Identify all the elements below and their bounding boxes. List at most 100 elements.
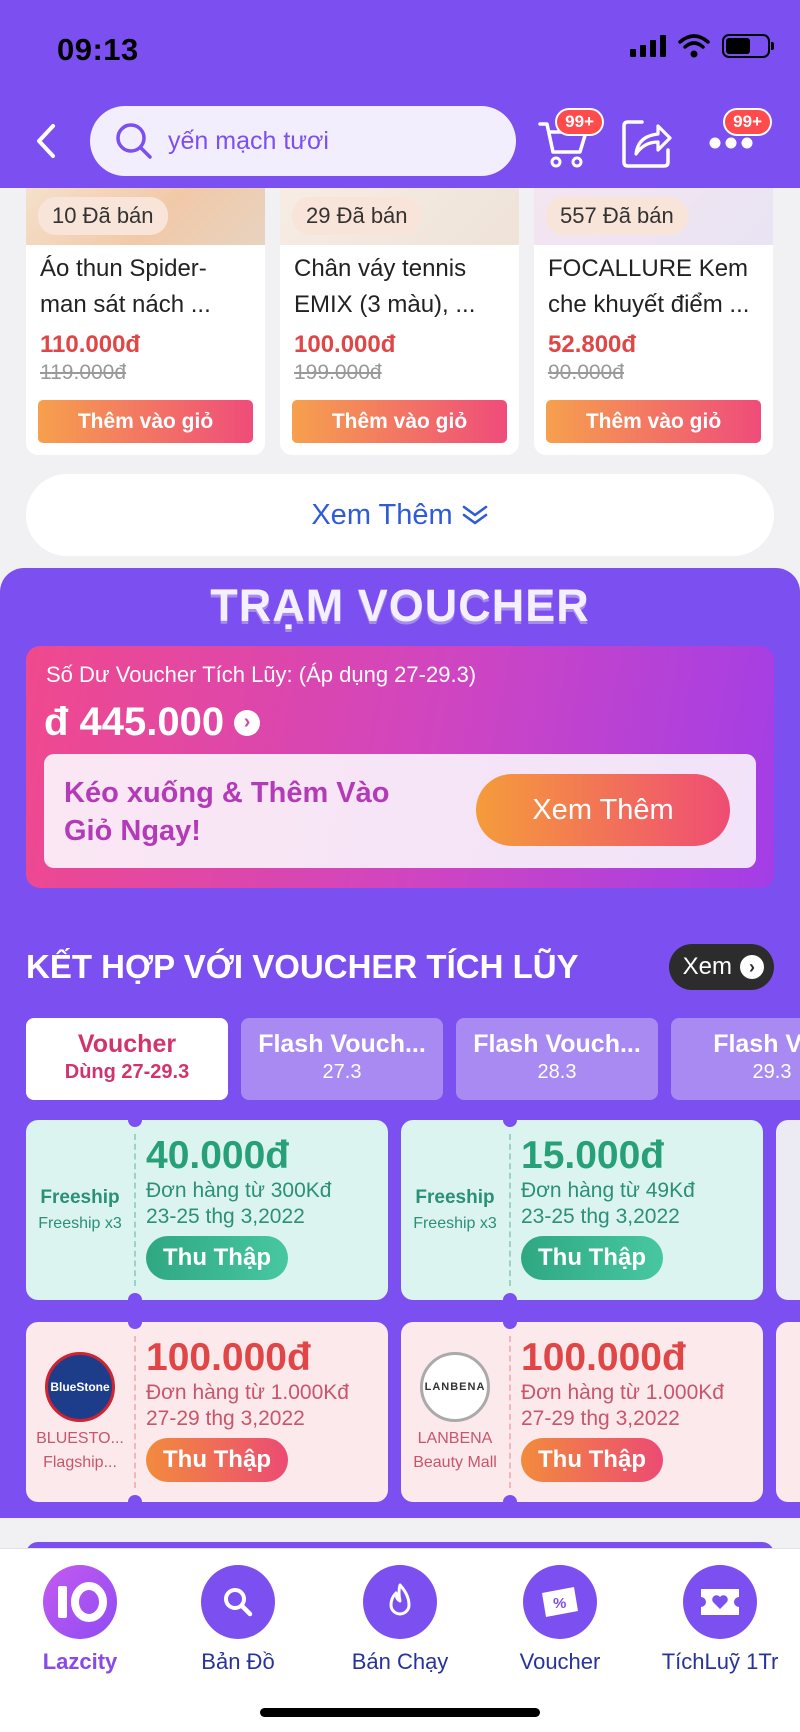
voucher-date: 23-25 thg 3,2022 [146, 1205, 305, 1228]
home-indicator [260, 1708, 540, 1717]
wifi-icon [678, 34, 710, 58]
nav-best-selling[interactable]: Bán Chạy [330, 1565, 470, 1675]
nav-label: Voucher [519, 1649, 601, 1674]
add-to-cart-button[interactable]: Thêm vào giỏ [546, 400, 761, 443]
voucher-amount: 15.000đ [521, 1134, 665, 1177]
voucher-card-peek [776, 1322, 800, 1502]
tab-flash-voucher-27[interactable]: Flash Vouch... 27.3 [241, 1018, 443, 1100]
voucher-sub: Flagship... [43, 1454, 117, 1471]
voucher-card: Freeship Freeship x3 40.000đ Đơn hàng từ… [26, 1120, 388, 1300]
voucher-condition: Đơn hàng từ 300Kđ [146, 1179, 332, 1202]
more-options-button[interactable]: 99+ [700, 108, 772, 174]
voucher-sub: Freeship x3 [38, 1215, 122, 1232]
product-card[interactable]: 557 Đã bán FOCALLURE Kem che khuyết điểm… [534, 150, 773, 455]
product-price: 52.800đ [548, 331, 637, 358]
double-chevron-down-icon [462, 505, 487, 525]
collect-voucher-button[interactable]: Thu Thập [146, 1438, 288, 1482]
nav-label: TíchLuỹ 1Tr [661, 1649, 779, 1674]
sold-count-badge: 557 Đã bán [546, 197, 688, 235]
tab-label: Flash Vou [713, 1030, 800, 1058]
voucher-row-shops: BlueStone BLUESTO... Flagship... 100.000… [26, 1322, 800, 1502]
product-card[interactable]: 29 Đã bán Chân váy tennis EMIX (3 màu), … [280, 150, 519, 455]
share-button[interactable] [616, 112, 678, 174]
product-old-price: 199.000đ [294, 361, 382, 384]
product-price: 110.000đ [40, 331, 141, 358]
search-query: yến mạch tươi [168, 126, 329, 155]
nav-lazcity[interactable]: Lazcity [10, 1565, 150, 1675]
cta-see-more-button[interactable]: Xem Thêm [476, 774, 730, 846]
voucher-balance-panel: Số Dư Voucher Tích Lũy: (Áp dụng 27-29.3… [26, 646, 774, 888]
cart-button[interactable]: 99+ [532, 108, 604, 174]
voucher-card-peek [776, 1120, 800, 1300]
voucher-brand: Freeship [415, 1187, 495, 1208]
combo-view-label: Xem [682, 953, 732, 980]
balance-label: Số Dư Voucher Tích Lũy: (Áp dụng 27-29.3… [46, 662, 477, 687]
voucher-row-freeship: Freeship Freeship x3 40.000đ Đơn hàng từ… [26, 1120, 800, 1300]
add-to-cart-button[interactable]: Thêm vào giỏ [292, 400, 507, 443]
more-badge: 99+ [723, 108, 772, 136]
balance-amount: đ 445.000 [44, 700, 225, 744]
search-input[interactable]: yến mạch tươi [90, 106, 516, 176]
voucher-source: LANBENA LANBENA Beauty Mall [401, 1322, 509, 1502]
lazcity-10-icon [43, 1565, 117, 1639]
more-dots-icon [709, 137, 753, 149]
voucher-card: BlueStone BLUESTO... Flagship... 100.000… [26, 1322, 388, 1502]
nav-label: Lazcity [42, 1649, 118, 1674]
tab-voucher[interactable]: Voucher Dùng 27-29.3 [26, 1018, 228, 1100]
back-button[interactable] [26, 116, 66, 166]
collect-voucher-button[interactable]: Thu Thập [521, 1236, 663, 1280]
nav-voucher[interactable]: % Voucher [490, 1565, 630, 1675]
share-icon [622, 120, 672, 168]
tab-flash-voucher-28[interactable]: Flash Vouch... 28.3 [456, 1018, 658, 1100]
bluestone-logo: BlueStone [45, 1352, 115, 1422]
product-price: 100.000đ [294, 331, 396, 358]
cellular-signal-icon [630, 35, 666, 57]
voucher-amount: 100.000đ [521, 1336, 686, 1379]
voucher-amount: 100.000đ [146, 1336, 311, 1379]
tab-date: 29.3 [752, 1061, 792, 1083]
collect-voucher-button[interactable]: Thu Thập [146, 1236, 288, 1280]
combo-view-button[interactable]: Xem › [668, 944, 774, 990]
product-card[interactable]: 10 Đã bán Áo thun Spider-man sát nách ..… [26, 150, 265, 455]
app-header: 09:13 yến mạch tươi 99+ 99+ [0, 0, 800, 188]
voucher-condition: Đơn hàng từ 1.000Kđ [146, 1381, 349, 1404]
nav-map[interactable]: Bản Đồ [168, 1565, 308, 1675]
collect-voucher-button[interactable]: Thu Thập [521, 1438, 663, 1482]
product-carousel: 10 Đã bán Áo thun Spider-man sát nách ..… [0, 150, 800, 455]
voucher-condition: Đơn hàng từ 49Kđ [521, 1179, 695, 1202]
see-more-button[interactable]: Xem Thêm [26, 474, 774, 556]
voucher-card: Freeship Freeship x3 15.000đ Đơn hàng từ… [401, 1120, 763, 1300]
sold-count-badge: 29 Đã bán [292, 197, 422, 235]
tab-label: Voucher [77, 1030, 177, 1058]
voucher-station-section: TRẠM VOUCHER Số Dư Voucher Tích Lũy: (Áp… [0, 568, 800, 1518]
tab-date: Dùng 27-29.3 [64, 1061, 190, 1083]
tab-label: Flash Vouch... [258, 1030, 426, 1058]
voucher-date: 27-29 thg 3,2022 [521, 1407, 680, 1430]
nav-accumulate[interactable]: TíchLuỹ 1Tr [650, 1565, 790, 1675]
add-to-cart-button[interactable]: Thêm vào giỏ [38, 400, 253, 443]
voucher-sub: Beauty Mall [413, 1454, 497, 1471]
status-icons [630, 34, 774, 58]
tab-date: 27.3 [322, 1061, 362, 1083]
voucher-station-title: TRẠM VOUCHER [210, 580, 590, 631]
voucher-brand: Freeship [40, 1187, 120, 1208]
chevron-right-icon: › [234, 709, 261, 736]
product-name: FOCALLURE Kem che khuyết điểm ... [548, 255, 750, 318]
chevron-right-icon: › [740, 955, 764, 979]
cart-badge: 99+ [555, 108, 604, 136]
ticket-heart-icon [683, 1565, 757, 1639]
sold-count-badge: 10 Đã bán [38, 197, 168, 235]
chevron-left-icon [37, 124, 55, 158]
tab-flash-voucher-29[interactable]: Flash Vou 29.3 [671, 1018, 800, 1100]
voucher-date: 23-25 thg 3,2022 [521, 1205, 680, 1228]
balance-amount-link[interactable]: đ 445.000 › [44, 700, 261, 745]
voucher-tabs: Voucher Dùng 27-29.3 Flash Vouch... 27.3… [26, 1018, 800, 1100]
fire-icon [363, 1565, 437, 1639]
voucher-sub: Freeship x3 [413, 1215, 497, 1232]
nav-label: Bản Đồ [201, 1649, 275, 1674]
voucher-source: Freeship Freeship x3 [26, 1120, 134, 1300]
voucher-condition: Đơn hàng từ 1.000Kđ [521, 1381, 724, 1404]
product-name: Chân váy tennis EMIX (3 màu), ... [294, 255, 476, 318]
voucher-card: LANBENA LANBENA Beauty Mall 100.000đ Đơn… [401, 1322, 763, 1502]
voucher-source: BlueStone BLUESTO... Flagship... [26, 1322, 134, 1502]
